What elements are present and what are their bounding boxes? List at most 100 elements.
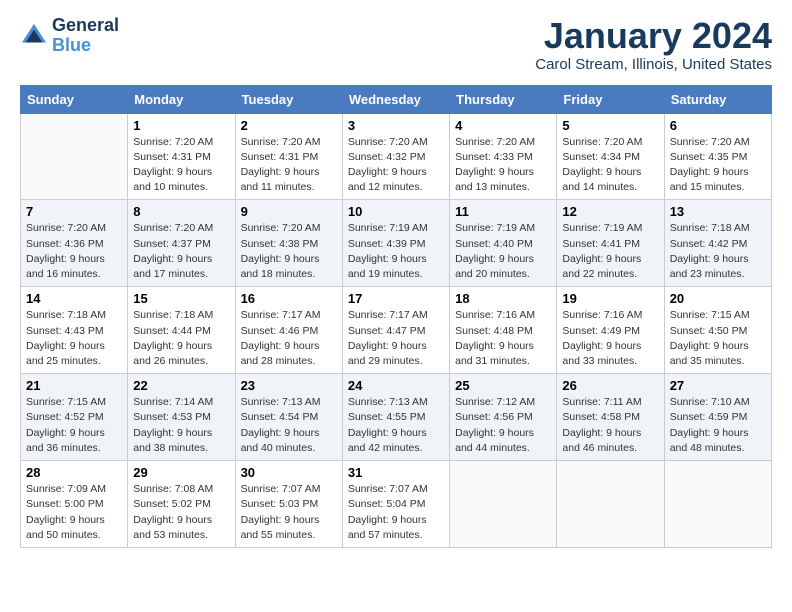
calendar-cell	[664, 461, 771, 548]
calendar-cell: 23Sunrise: 7:13 AM Sunset: 4:54 PM Dayli…	[235, 374, 342, 461]
logo-icon	[20, 22, 48, 50]
day-info: Sunrise: 7:18 AM Sunset: 4:42 PM Dayligh…	[670, 221, 766, 282]
calendar-cell: 4 Sunrise: 7:20 AM Sunset: 4:33 PM Daylig…	[450, 113, 557, 200]
calendar-cell: 8 Sunrise: 7:20 AM Sunset: 4:37 PM Daylig…	[128, 200, 235, 287]
week-row-1: 1 Sunrise: 7:20 AM Sunset: 4:31 PM Daylig…	[21, 113, 772, 200]
day-number: 5	[562, 118, 658, 133]
day-number: 9	[241, 204, 337, 219]
day-info: Sunrise: 7:20 AM Sunset: 4:37 PM Dayligh…	[133, 221, 229, 282]
calendar-cell: 18 Sunrise: 7:16 AM Sunset: 4:48 PM Dayli…	[450, 287, 557, 374]
calendar-cell: 29 Sunrise: 7:08 AM Sunset: 5:02 PM Dayli…	[128, 461, 235, 548]
day-number: 25	[455, 378, 551, 393]
day-info: Sunrise: 7:18 AM Sunset: 4:44 PM Dayligh…	[133, 308, 229, 369]
calendar-cell	[557, 461, 664, 548]
day-info: Sunrise: 7:19 AM Sunset: 4:39 PM Dayligh…	[348, 221, 444, 282]
calendar-cell: 14 Sunrise: 7:18 AM Sunset: 4:43 PM Dayli…	[21, 287, 128, 374]
calendar-cell: 5 Sunrise: 7:20 AM Sunset: 4:34 PM Daylig…	[557, 113, 664, 200]
page-header: General Blue January 2024 Carol Stream, …	[20, 16, 772, 73]
day-number: 17	[348, 291, 444, 306]
day-info: Sunrise: 7:20 AM Sunset: 4:35 PM Dayligh…	[670, 135, 766, 196]
header-cell-sunday: Sunday	[21, 85, 128, 113]
day-number: 19	[562, 291, 658, 306]
day-number: 30	[241, 465, 337, 480]
calendar-cell: 19 Sunrise: 7:16 AM Sunset: 4:49 PM Dayli…	[557, 287, 664, 374]
calendar-table: SundayMondayTuesdayWednesdayThursdayFrid…	[20, 85, 772, 548]
day-info: Sunrise: 7:20 AM Sunset: 4:31 PM Dayligh…	[133, 135, 229, 196]
day-number: 18	[455, 291, 551, 306]
day-number: 24	[348, 378, 444, 393]
day-number: 2	[241, 118, 337, 133]
month-title: January 2024	[535, 16, 772, 56]
day-number: 7	[26, 204, 122, 219]
day-number: 14	[26, 291, 122, 306]
calendar-cell: 26 Sunrise: 7:11 AM Sunset: 4:58 PM Dayli…	[557, 374, 664, 461]
calendar-cell: 30 Sunrise: 7:07 AM Sunset: 5:03 PM Dayli…	[235, 461, 342, 548]
day-number: 28	[26, 465, 122, 480]
day-info: Sunrise: 7:20 AM Sunset: 4:33 PM Dayligh…	[455, 135, 551, 196]
calendar-cell: 28Sunrise: 7:09 AM Sunset: 5:00 PM Dayli…	[21, 461, 128, 548]
calendar-cell: 13Sunrise: 7:18 AM Sunset: 4:42 PM Dayli…	[664, 200, 771, 287]
logo: General Blue	[20, 16, 119, 56]
day-number: 26	[562, 378, 658, 393]
day-info: Sunrise: 7:15 AM Sunset: 4:50 PM Dayligh…	[670, 308, 766, 369]
calendar-cell: 9 Sunrise: 7:20 AM Sunset: 4:38 PM Daylig…	[235, 200, 342, 287]
day-number: 6	[670, 118, 766, 133]
calendar-cell: 25Sunrise: 7:12 AM Sunset: 4:56 PM Dayli…	[450, 374, 557, 461]
day-info: Sunrise: 7:15 AM Sunset: 4:52 PM Dayligh…	[26, 395, 122, 456]
header-row: SundayMondayTuesdayWednesdayThursdayFrid…	[21, 85, 772, 113]
calendar-cell: 12Sunrise: 7:19 AM Sunset: 4:41 PM Dayli…	[557, 200, 664, 287]
calendar-cell: 22 Sunrise: 7:14 AM Sunset: 4:53 PM Dayli…	[128, 374, 235, 461]
day-number: 22	[133, 378, 229, 393]
day-number: 16	[241, 291, 337, 306]
day-info: Sunrise: 7:14 AM Sunset: 4:53 PM Dayligh…	[133, 395, 229, 456]
calendar-cell: 31 Sunrise: 7:07 AM Sunset: 5:04 PM Dayli…	[342, 461, 449, 548]
day-info: Sunrise: 7:16 AM Sunset: 4:49 PM Dayligh…	[562, 308, 658, 369]
day-number: 29	[133, 465, 229, 480]
day-number: 15	[133, 291, 229, 306]
day-info: Sunrise: 7:10 AM Sunset: 4:59 PM Dayligh…	[670, 395, 766, 456]
day-number: 21	[26, 378, 122, 393]
calendar-cell	[21, 113, 128, 200]
day-number: 20	[670, 291, 766, 306]
location-title: Carol Stream, Illinois, United States	[535, 56, 772, 73]
day-info: Sunrise: 7:08 AM Sunset: 5:02 PM Dayligh…	[133, 482, 229, 543]
day-info: Sunrise: 7:20 AM Sunset: 4:34 PM Dayligh…	[562, 135, 658, 196]
calendar-cell: 27Sunrise: 7:10 AM Sunset: 4:59 PM Dayli…	[664, 374, 771, 461]
day-number: 1	[133, 118, 229, 133]
day-info: Sunrise: 7:07 AM Sunset: 5:03 PM Dayligh…	[241, 482, 337, 543]
header-cell-saturday: Saturday	[664, 85, 771, 113]
header-cell-tuesday: Tuesday	[235, 85, 342, 113]
day-number: 31	[348, 465, 444, 480]
day-info: Sunrise: 7:19 AM Sunset: 4:40 PM Dayligh…	[455, 221, 551, 282]
day-number: 8	[133, 204, 229, 219]
week-row-4: 21 Sunrise: 7:15 AM Sunset: 4:52 PM Dayli…	[21, 374, 772, 461]
day-info: Sunrise: 7:13 AM Sunset: 4:54 PM Dayligh…	[241, 395, 337, 456]
day-info: Sunrise: 7:20 AM Sunset: 4:38 PM Dayligh…	[241, 221, 337, 282]
day-info: Sunrise: 7:13 AM Sunset: 4:55 PM Dayligh…	[348, 395, 444, 456]
calendar-cell: 6 Sunrise: 7:20 AM Sunset: 4:35 PM Daylig…	[664, 113, 771, 200]
day-info: Sunrise: 7:20 AM Sunset: 4:32 PM Dayligh…	[348, 135, 444, 196]
calendar-cell: 20 Sunrise: 7:15 AM Sunset: 4:50 PM Dayli…	[664, 287, 771, 374]
header-cell-friday: Friday	[557, 85, 664, 113]
day-number: 4	[455, 118, 551, 133]
day-info: Sunrise: 7:17 AM Sunset: 4:46 PM Dayligh…	[241, 308, 337, 369]
calendar-cell: 3Sunrise: 7:20 AM Sunset: 4:32 PM Daylig…	[342, 113, 449, 200]
day-info: Sunrise: 7:16 AM Sunset: 4:48 PM Dayligh…	[455, 308, 551, 369]
calendar-cell	[450, 461, 557, 548]
day-number: 11	[455, 204, 551, 219]
day-info: Sunrise: 7:20 AM Sunset: 4:31 PM Dayligh…	[241, 135, 337, 196]
calendar-cell: 15 Sunrise: 7:18 AM Sunset: 4:44 PM Dayli…	[128, 287, 235, 374]
calendar-cell: 16 Sunrise: 7:17 AM Sunset: 4:46 PM Dayli…	[235, 287, 342, 374]
day-info: Sunrise: 7:19 AM Sunset: 4:41 PM Dayligh…	[562, 221, 658, 282]
day-info: Sunrise: 7:11 AM Sunset: 4:58 PM Dayligh…	[562, 395, 658, 456]
calendar-cell: 2 Sunrise: 7:20 AM Sunset: 4:31 PM Daylig…	[235, 113, 342, 200]
header-cell-monday: Monday	[128, 85, 235, 113]
header-cell-thursday: Thursday	[450, 85, 557, 113]
day-info: Sunrise: 7:07 AM Sunset: 5:04 PM Dayligh…	[348, 482, 444, 543]
title-area: January 2024 Carol Stream, Illinois, Uni…	[535, 16, 772, 73]
day-info: Sunrise: 7:18 AM Sunset: 4:43 PM Dayligh…	[26, 308, 122, 369]
week-row-3: 14 Sunrise: 7:18 AM Sunset: 4:43 PM Dayli…	[21, 287, 772, 374]
calendar-cell: 10Sunrise: 7:19 AM Sunset: 4:39 PM Dayli…	[342, 200, 449, 287]
calendar-cell: 24 Sunrise: 7:13 AM Sunset: 4:55 PM Dayli…	[342, 374, 449, 461]
calendar-cell: 17Sunrise: 7:17 AM Sunset: 4:47 PM Dayli…	[342, 287, 449, 374]
